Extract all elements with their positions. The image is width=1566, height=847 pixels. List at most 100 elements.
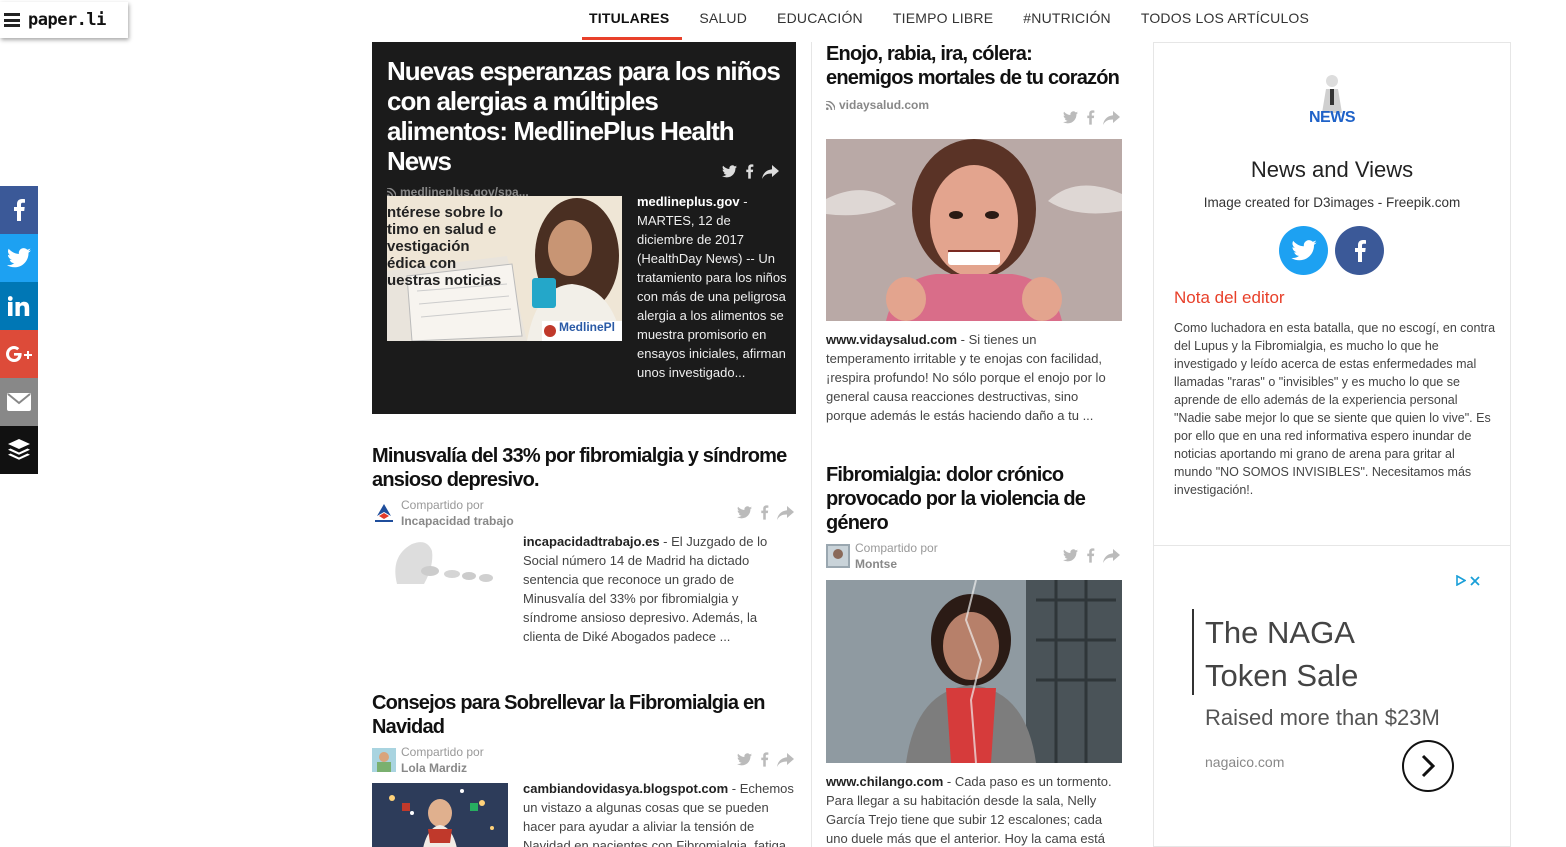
avatar[interactable] (372, 501, 396, 525)
facebook-icon[interactable] (1086, 110, 1095, 125)
featured-summary-source[interactable]: medlineplus.gov (637, 194, 740, 209)
chevron-right-icon (1421, 754, 1436, 778)
sidebar-title: News and Views (1250, 157, 1414, 182)
shared-by-name[interactable]: Montse (855, 557, 897, 571)
article-title[interactable]: Enojo, rabia, ira, cólera: enemigos mort… (826, 42, 1122, 90)
ad-choices[interactable] (1455, 575, 1480, 586)
avatar[interactable] (826, 544, 850, 568)
email-icon (7, 393, 31, 411)
share-linkedin-button[interactable] (0, 282, 38, 330)
share-google-plus-button[interactable] (0, 330, 38, 378)
linkedin-icon (8, 296, 30, 316)
ad-next-button[interactable] (1402, 740, 1454, 792)
news-logo[interactable]: NEWS (1304, 73, 1360, 129)
share-email-button[interactable] (0, 378, 38, 426)
logo-text: paper.li (28, 10, 106, 30)
share-bar (0, 186, 38, 474)
featured-article[interactable]: Nuevas esperanzas para los niños con ale… (372, 42, 796, 414)
woman-portrait-photo (826, 580, 1122, 763)
rss-icon (826, 100, 835, 110)
editor-note-text: Como luchadora en esta batalla, que no e… (1174, 321, 1496, 497)
twitter-icon[interactable] (737, 753, 752, 766)
article-source[interactable]: cambiandovidasya.blogspot.com (523, 781, 728, 796)
featured-article-title[interactable]: Nuevas esperanzas para los niños con ale… (387, 56, 781, 176)
article-source[interactable]: www.vidaysalud.com (826, 332, 957, 347)
share-arrow-icon[interactable] (1103, 110, 1120, 125)
tab-tiempo-libre[interactable]: TIEMPO LIBRE (878, 0, 1008, 40)
ad-divider (1192, 609, 1194, 695)
tab-nutricion[interactable]: #NUTRICIÓN (1008, 0, 1126, 40)
ad-choices-icon[interactable] (1455, 575, 1466, 586)
ad-banner[interactable]: The NAGA Token Sale Raised more than $23… (1154, 563, 1510, 843)
article-card: Minusvalía del 33% por fibromialgia y sí… (372, 444, 796, 646)
ad-title-line: Token Sale (1205, 658, 1359, 693)
sidebar-info: NEWS News and Views Image created for D3… (1154, 43, 1510, 546)
article-title[interactable]: Minusvalía del 33% por fibromialgia y sí… (372, 444, 796, 492)
close-icon[interactable] (1470, 575, 1480, 586)
article-summary-text: - El Juzgado de lo Social número 14 de M… (523, 534, 768, 644)
avatar[interactable] (372, 748, 396, 772)
share-arrow-icon[interactable] (777, 505, 794, 520)
article-thumbnail[interactable] (372, 536, 508, 584)
article-title[interactable]: Consejos para Sobrellevar la Fibromialgi… (372, 691, 796, 739)
twitter-icon[interactable] (722, 165, 737, 178)
article-image[interactable] (826, 139, 1122, 321)
hamburger-menu-icon[interactable] (4, 13, 20, 27)
share-facebook-button[interactable] (0, 186, 38, 234)
news-logo-text: NEWS (1309, 109, 1356, 126)
article-source[interactable]: www.chilango.com (826, 774, 943, 789)
shared-by-name[interactable]: Lola Mardiz (401, 761, 467, 775)
featured-image-overlay-text: ntérese sobre lo timo en salud e vestiga… (387, 204, 503, 289)
article-card: Fibromialgia: dolor crónico provocado po… (826, 463, 1122, 847)
article-body: cambiandovidasya.blogspot.com - Echemos … (372, 781, 796, 847)
paperli-logo-menu[interactable]: paper.li (0, 2, 128, 38)
christmas-image (372, 783, 508, 847)
twitter-icon (1290, 240, 1317, 261)
share-buffer-button[interactable] (0, 426, 38, 474)
share-twitter-button[interactable] (0, 234, 38, 282)
sidebar-twitter-button[interactable] (1279, 226, 1328, 275)
article-summary: www.vidaysalud.com - Si tienes un temper… (826, 330, 1122, 425)
editor-sidebar: NEWS News and Views Image created for D3… (1153, 42, 1511, 847)
share-arrow-icon[interactable] (777, 752, 794, 767)
editor-note-heading: Nota del editor (1174, 288, 1285, 307)
featured-article-image[interactable]: ntérese sobre lo timo en salud e vestiga… (387, 196, 622, 341)
article-card: Enojo, rabia, ira, cólera: enemigos mort… (826, 42, 1122, 425)
main-column: Nuevas esperanzas para los niños con ale… (372, 42, 796, 847)
ad-title-line: The NAGA (1205, 615, 1355, 650)
shared-by-row: Compartido por Montse (826, 540, 1122, 572)
facebook-icon[interactable] (760, 505, 769, 520)
sidebar-facebook-button[interactable] (1335, 226, 1384, 275)
share-arrow-icon[interactable] (762, 164, 779, 179)
article-summary: incapacidadtrabajo.es - El Juzgado de lo… (523, 532, 796, 646)
article-body: incapacidadtrabajo.es - El Juzgado de lo… (372, 534, 796, 646)
facebook-icon[interactable] (760, 752, 769, 767)
ad-url[interactable]: nagaico.com (1205, 754, 1284, 770)
sidebar-caption: Image created for D3images - Freepik.com (1203, 195, 1461, 210)
facebook-icon[interactable] (1086, 548, 1095, 563)
tab-salud[interactable]: SALUD (684, 0, 762, 40)
twitter-icon[interactable] (1063, 549, 1078, 562)
shared-by-label: Compartido por (401, 498, 484, 512)
twitter-icon (7, 248, 31, 268)
tab-titulares[interactable]: TITULARES (574, 0, 684, 40)
shared-by-name[interactable]: Incapacidad trabajo (401, 514, 514, 528)
twitter-icon[interactable] (1063, 111, 1078, 124)
facebook-icon (14, 199, 25, 221)
featured-article-actions (722, 164, 779, 179)
buffer-icon (8, 439, 30, 460)
twitter-icon[interactable] (737, 506, 752, 519)
article-image[interactable] (826, 580, 1122, 763)
share-arrow-icon[interactable] (1103, 548, 1120, 563)
medlineplus-brand: MedlinePl (559, 320, 616, 334)
facebook-icon[interactable] (745, 164, 754, 179)
tab-todos-los-articulos[interactable]: TODOS LOS ARTÍCULOS (1126, 0, 1324, 40)
facebook-icon (1354, 239, 1366, 262)
shared-by-info: Compartido por Montse (855, 540, 938, 572)
article-thumbnail[interactable] (372, 783, 508, 847)
article-source[interactable]: incapacidadtrabajo.es (523, 534, 660, 549)
tab-educacion[interactable]: EDUCACIÓN (762, 0, 878, 40)
article-title[interactable]: Fibromialgia: dolor crónico provocado po… (826, 463, 1122, 535)
featured-article-body: ntérese sobre lo timo en salud e vestiga… (387, 194, 787, 382)
sidebar-social-links (1279, 226, 1384, 275)
